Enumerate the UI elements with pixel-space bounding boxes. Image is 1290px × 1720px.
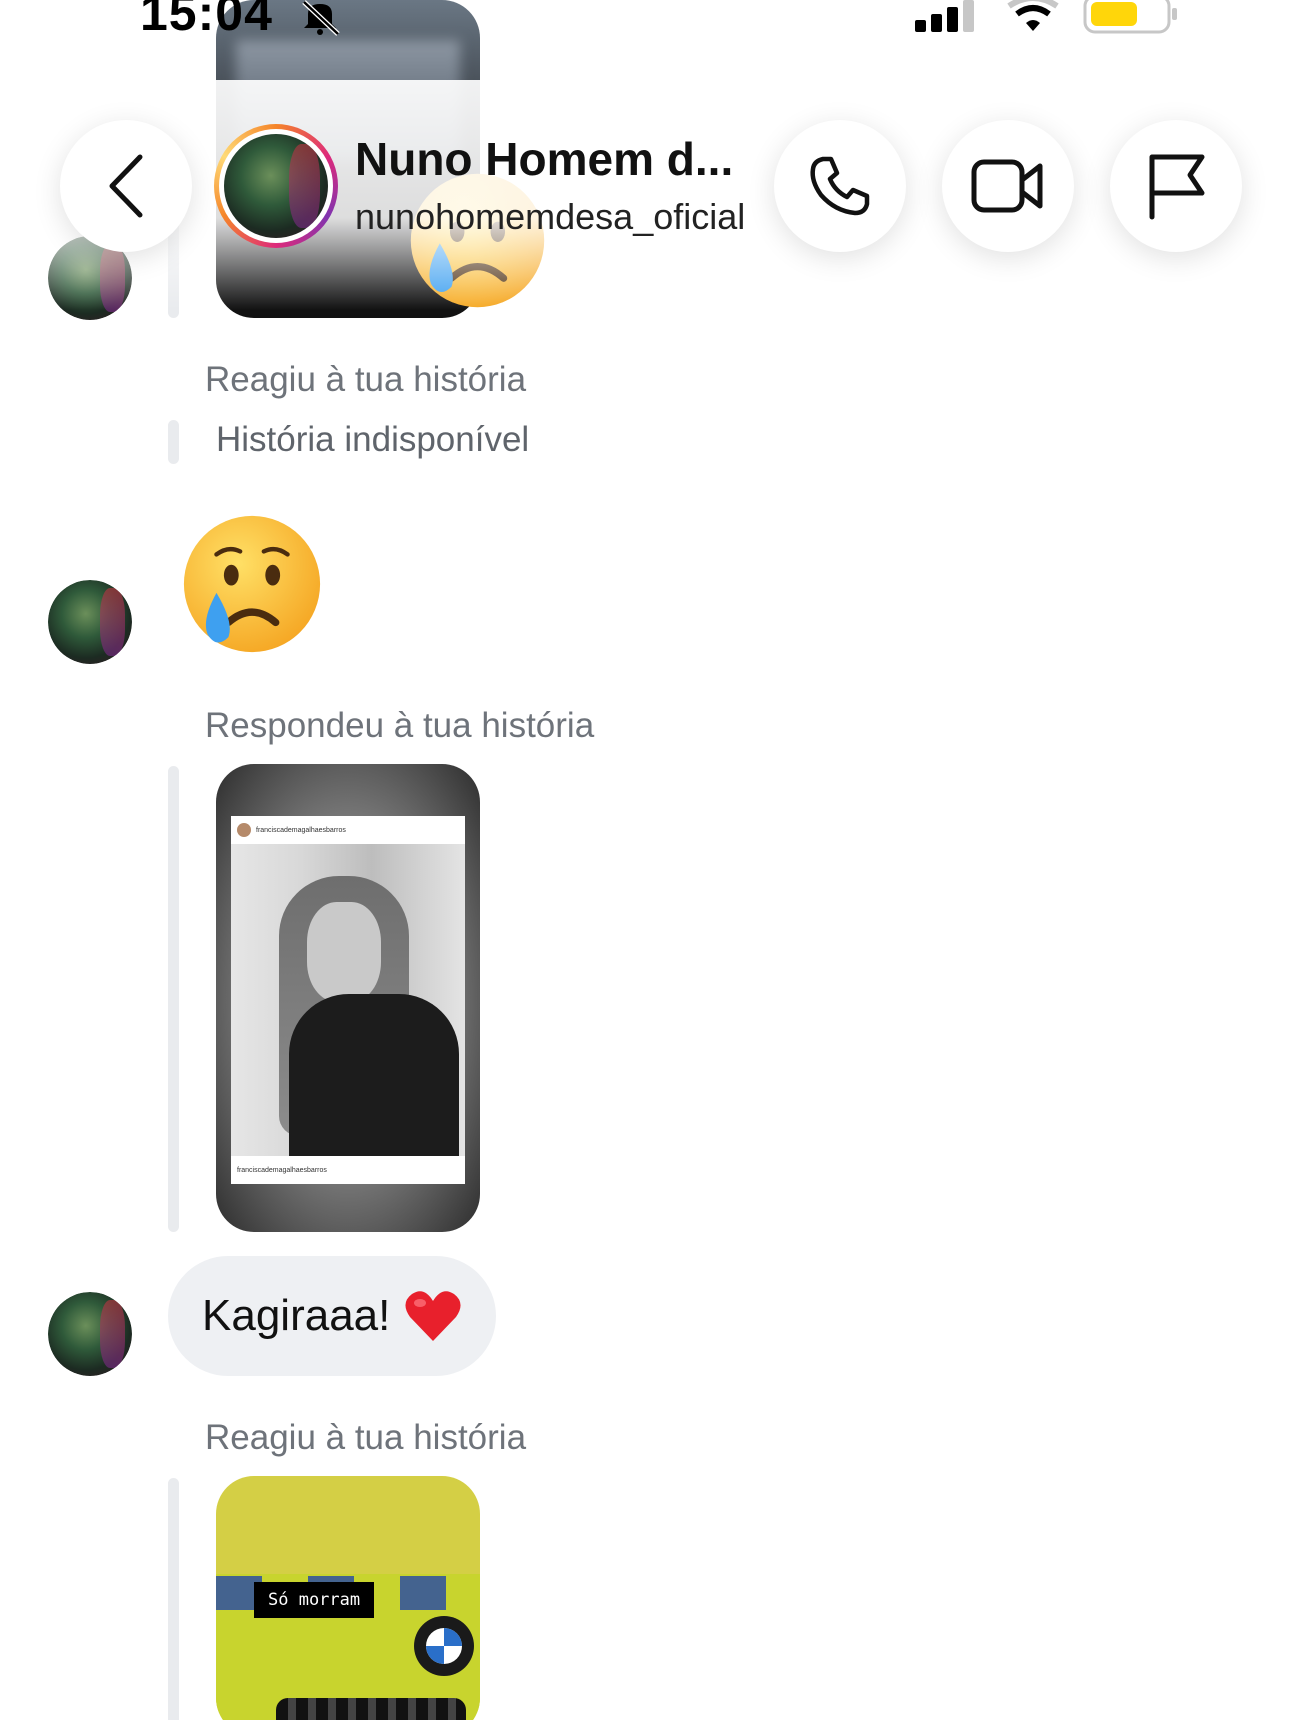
signal-icon [915, 0, 974, 32]
story-unavailable-text: História indisponível [216, 420, 530, 459]
story-caption: Só morram [254, 1582, 375, 1618]
contact-name[interactable]: Nuno Homem d... [355, 132, 733, 186]
message-bubble[interactable]: Kagiraaa! [168, 1256, 497, 1376]
video-call-button[interactable] [942, 120, 1074, 252]
video-camera-icon [971, 159, 1043, 213]
sender-avatar[interactable] [48, 580, 132, 664]
wifi-icon [1007, 0, 1059, 31]
report-flag-button[interactable] [1110, 120, 1242, 252]
reply-bar [168, 1478, 179, 1720]
story-thumbnail[interactable]: franciscademagalhaesbarros franciscadema… [216, 764, 480, 1232]
back-button[interactable] [60, 120, 192, 252]
chat-header: Nuno Homem d... nunohomemdesa_oficial [0, 80, 1290, 310]
story-reply-label: Respondeu à tua história [205, 706, 595, 745]
story-thumbnail[interactable]: Só morram [216, 1476, 480, 1720]
bell-off-icon [302, 0, 340, 36]
reply-bar [168, 766, 179, 1232]
reply-bar [168, 420, 179, 464]
bmw-logo-icon [414, 1616, 474, 1676]
story-photo [231, 844, 465, 1156]
flag-icon [1149, 154, 1205, 220]
story-author-name: franciscademagalhaesbarros [256, 826, 346, 834]
story-reaction-label: Reagiu à tua história [205, 360, 527, 399]
battery-icon [1083, 0, 1177, 34]
story-reaction-label: Reagiu à tua história [205, 1418, 527, 1457]
back-icon [109, 154, 143, 218]
sender-avatar[interactable] [48, 1292, 132, 1376]
story-photo-caption: franciscademagalhaesbarros [237, 1166, 327, 1174]
crying-face-emoji-icon[interactable] [178, 510, 326, 658]
story-author-avatar [237, 823, 251, 837]
audio-call-button[interactable] [774, 120, 906, 252]
message-text: Kagiraaa! [202, 1291, 391, 1340]
status-time: 15:04 [140, 0, 273, 41]
contact-avatar[interactable] [214, 124, 338, 248]
story-photo-card: franciscademagalhaesbarros franciscadema… [231, 816, 465, 1184]
phone-icon [810, 156, 870, 216]
red-heart-emoji-icon [405, 1291, 461, 1341]
status-bar: 15:04 [0, 0, 1290, 60]
contact-username[interactable]: nunohomemdesa_oficial [355, 196, 745, 238]
